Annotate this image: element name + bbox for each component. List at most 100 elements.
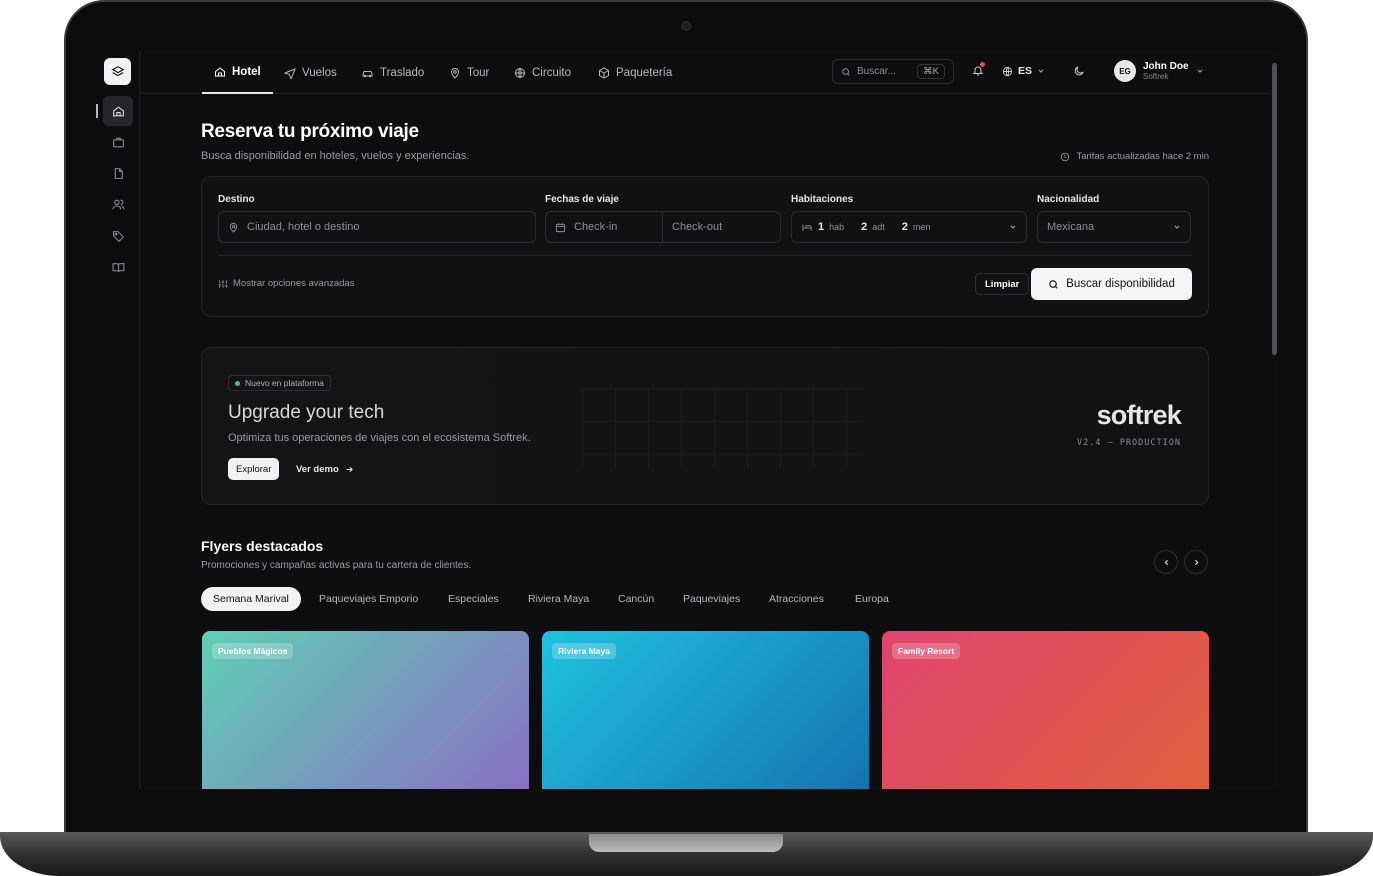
tab-circuito[interactable]: Circuito: [514, 51, 571, 94]
top-nav: Hotel Vuelos Traslado Tour Circuito Paqu…: [140, 51, 1271, 94]
rooms-label: Habitaciones: [791, 194, 854, 205]
sidebar-item-users[interactable]: [108, 194, 128, 214]
file-icon: [114, 167, 123, 179]
checkin-placeholder: Check-in: [574, 221, 618, 233]
tab-label: Traslado: [380, 66, 425, 79]
chip-atracciones[interactable]: Atracciones: [757, 587, 836, 611]
search-availability-button[interactable]: Buscar disponibilidad: [1031, 268, 1192, 300]
demo-link[interactable]: Ver demo: [296, 458, 354, 480]
brand-logo: softrek: [1096, 400, 1182, 430]
dates-label: Fechas de viaje: [545, 194, 619, 205]
chip-paqueviajes-emporio[interactable]: Paqueviajes Emporio: [307, 587, 430, 611]
clear-button[interactable]: Limpiar: [975, 273, 1030, 295]
search-input[interactable]: Buscar... ⌘K: [832, 59, 954, 84]
chevron-down-icon: [1010, 225, 1016, 229]
tab-hotel[interactable]: Hotel: [202, 51, 273, 94]
minors-count: 2: [901, 221, 908, 233]
search-icon: [1049, 279, 1058, 289]
chevron-right-icon: [1194, 559, 1198, 565]
adults-unit: adt: [872, 222, 885, 232]
carousel-prev-button[interactable]: [1154, 550, 1178, 574]
chip-cancun[interactable]: Cancún: [606, 587, 666, 611]
chip-paqueviajes[interactable]: Paqueviajes: [671, 587, 752, 611]
language-selector[interactable]: ES: [1002, 65, 1045, 77]
package-icon: [599, 66, 609, 79]
flyers-title: Flyers destacados: [201, 538, 324, 554]
demo-link-label: Ver demo: [296, 463, 339, 475]
chip-semana-marival[interactable]: Semana Marival: [201, 587, 301, 611]
chevron-down-icon: [1038, 69, 1044, 73]
minors-unit: men: [912, 222, 931, 232]
tab-label: Hotel: [232, 65, 261, 78]
nationality-select[interactable]: Mexicana: [1037, 211, 1191, 243]
new-badge: Nuevo en plataforma: [228, 375, 331, 391]
advanced-options-label: Mostrar opciones avanzadas: [233, 278, 355, 289]
tab-label: Paquetería: [616, 66, 673, 79]
page-title: Reserva tu próximo viaje: [201, 121, 419, 142]
chip-europa[interactable]: Europa: [843, 587, 901, 611]
globe-icon: [1002, 66, 1013, 76]
layers-icon: [111, 65, 124, 76]
app-logo[interactable]: [104, 58, 131, 85]
rates-note: Tarifas actualizadas hace 2 min: [1060, 151, 1209, 162]
flyer-card[interactable]: Riviera Maya: [542, 631, 869, 789]
sidebar-item-documents[interactable]: [108, 163, 128, 183]
car-icon: [362, 70, 373, 77]
sliders-icon: [218, 279, 228, 288]
users-icon: [112, 199, 124, 209]
flyer-card[interactable]: Pueblos Mágicos: [202, 631, 529, 789]
flyer-tag: Family Resort: [892, 643, 961, 659]
sidebar-item-book[interactable]: [108, 257, 128, 277]
flyer-tag: Pueblos Mágicos: [212, 643, 294, 659]
destination-placeholder: Ciudad, hotel o destino: [247, 221, 360, 233]
active-marker: [96, 104, 98, 118]
grid-decoration: [582, 388, 862, 468]
app-screen: Hotel Vuelos Traslado Tour Circuito Paqu…: [96, 51, 1279, 789]
language-label: ES: [1018, 65, 1033, 77]
pin-icon: [229, 222, 238, 233]
laptop-frame: Hotel Vuelos Traslado Tour Circuito Paqu…: [0, 0, 1373, 876]
explore-button[interactable]: Explorar: [228, 458, 280, 480]
promo-description: Optimiza tus operaciones de viajes con e…: [228, 432, 531, 444]
plane-icon: [284, 67, 296, 79]
pin-icon: [450, 67, 460, 79]
chevron-down-icon: [1174, 225, 1180, 229]
promo-banner: Nuevo en plataforma Upgrade your tech Op…: [201, 347, 1209, 505]
moon-icon[interactable]: [1073, 65, 1085, 77]
tab-vuelos[interactable]: Vuelos: [284, 51, 337, 94]
search-card: Destino Ciudad, hotel o destino Fechas d…: [201, 176, 1209, 317]
checkin-field[interactable]: Check-in: [545, 211, 663, 243]
rooms-unit: hab: [829, 222, 845, 232]
rooms-count: 1: [818, 221, 825, 233]
search-icon: [842, 67, 850, 76]
tab-label: Vuelos: [302, 66, 337, 79]
flyer-card[interactable]: Family Resort: [882, 631, 1209, 789]
carousel-next-button[interactable]: [1184, 550, 1208, 574]
checkout-field[interactable]: Check-out: [662, 211, 781, 243]
tag-icon: [112, 230, 124, 242]
sidebar-item-briefcase[interactable]: [108, 132, 128, 152]
chip-especiales[interactable]: Especiales: [436, 587, 511, 611]
checkout-placeholder: Check-out: [672, 221, 723, 233]
chip-riviera-maya[interactable]: Riviera Maya: [516, 587, 601, 611]
scrollbar-thumb[interactable]: [1272, 63, 1277, 355]
home-icon: [112, 105, 124, 116]
rooms-selector[interactable]: 1 hab 2 adt 2 men: [791, 211, 1027, 243]
sidebar-item-home[interactable]: [103, 96, 133, 126]
tab-paqueteria[interactable]: Paquetería: [598, 51, 672, 94]
shortcut-badge: ⌘K: [917, 64, 945, 79]
advanced-options-toggle[interactable]: Mostrar opciones avanzadas: [218, 278, 354, 289]
page-subtitle: Busca disponibilidad en hoteles, vuelos …: [201, 150, 470, 162]
user-menu[interactable]: EG John Doe Softrek: [1114, 60, 1204, 82]
sidebar-item-tags[interactable]: [108, 226, 128, 246]
notification-dot: [980, 62, 985, 67]
tab-tour[interactable]: Tour: [449, 51, 489, 94]
chevron-down-icon: [1197, 69, 1202, 73]
home-icon: [215, 66, 225, 76]
tab-traslado[interactable]: Traslado: [361, 51, 424, 94]
book-icon: [112, 262, 124, 272]
globe-icon: [515, 67, 525, 78]
destination-field[interactable]: Ciudad, hotel o destino: [218, 211, 536, 243]
destination-label: Destino: [218, 194, 255, 205]
version-label: V2.4 — PRODUCTION: [1077, 438, 1181, 448]
